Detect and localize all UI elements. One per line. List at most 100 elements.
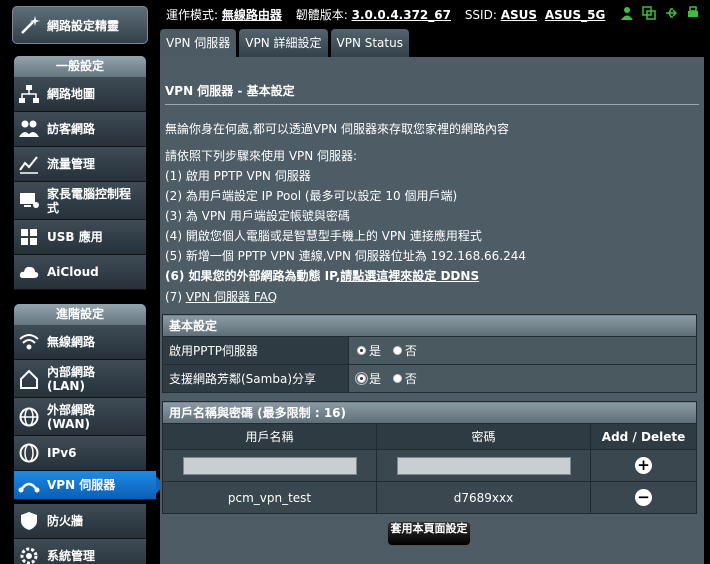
samba-support-label: 支援網路芳鄰(Samba)分享 bbox=[162, 364, 349, 393]
step7-text: (7) bbox=[165, 290, 186, 304]
magic-wand-icon bbox=[21, 16, 40, 34]
firewall-icon bbox=[21, 512, 37, 530]
table-row: pcm_vpn_test d7689xxx − bbox=[162, 481, 697, 514]
sidebar-item-wan[interactable]: 外部網路 (WAN) bbox=[14, 398, 146, 436]
operation-mode-link[interactable]: 無線路由器 bbox=[222, 8, 282, 22]
sidebar-item-label: 家長電腦控制程式 bbox=[47, 186, 132, 215]
ssid-value: ASUS bbox=[500, 8, 538, 22]
network-map-icon bbox=[19, 85, 39, 103]
administration-icon bbox=[20, 547, 38, 564]
enable-pptp-options: 是 否 bbox=[348, 336, 697, 365]
plus-icon: + bbox=[637, 456, 650, 474]
ipv6-icon bbox=[19, 443, 39, 463]
password-column-header: 密碼 bbox=[376, 423, 591, 450]
tab-vpn-details[interactable]: VPN 詳細設定 bbox=[239, 29, 328, 57]
status-icons bbox=[620, 6, 700, 20]
tab-vpn-server[interactable]: VPN 伺服器 bbox=[160, 29, 237, 57]
tab-vpn-status[interactable]: VPN Status bbox=[330, 29, 409, 57]
step-item: (7) VPN 伺服器 FAQ bbox=[165, 288, 277, 305]
general-section-header: 一般設定 bbox=[14, 56, 146, 77]
basic-settings-table: 基本設定 啟用PPTP伺服器 是 否 支援網路芳鄰(Samba)分享 是 否 bbox=[162, 314, 697, 393]
sidebar-item-usb-application[interactable]: USB 應用 bbox=[14, 220, 146, 255]
sidebar-item-network-map[interactable]: 網路地圖 bbox=[14, 77, 146, 112]
sidebar-item-label: 流量管理 bbox=[47, 157, 96, 171]
firmware-version-link[interactable]: 3.0.0.4.372_67 bbox=[352, 8, 451, 22]
top-status-bar: 運作模式: 無線路由器 韌體版本: 3.0.0.4.372_67 SSID: A… bbox=[160, 0, 710, 28]
sidebar-item-label: 防火牆 bbox=[47, 514, 84, 528]
intro-text: 無論你身在何處,都可以透過VPN 伺服器來存取您家裡的網路內容 bbox=[165, 122, 510, 136]
sidebar-item-traffic-manager[interactable]: 流量管理 bbox=[14, 147, 146, 182]
step-item: (6) 如果您的外部網路為動態 IP,請點選這裡來設定 DDNS bbox=[165, 267, 479, 284]
new-password-input[interactable] bbox=[396, 456, 571, 475]
sidebar-item-firewall[interactable]: 防火牆 bbox=[14, 504, 146, 539]
main-panel: VPN 伺服器 - 基本設定 無論你身在何處,都可以透過VPN 伺服器來存取您家… bbox=[160, 57, 704, 564]
vpn-users-header: 用戶名稱與密碼 (最多限制 : 16) bbox=[162, 401, 697, 424]
title-divider bbox=[165, 104, 699, 105]
usb-icon bbox=[21, 229, 37, 245]
sidebar-item-label: AiCloud bbox=[47, 265, 99, 279]
steps-title: 請依照下列步驟來使用 VPN 伺服器: bbox=[165, 149, 358, 163]
sidebar-item-label: 外部網路 (WAN) bbox=[47, 402, 96, 431]
samba-yes-radio[interactable]: 是 bbox=[355, 370, 381, 387]
copy-icon[interactable] bbox=[642, 6, 656, 20]
sidebar-item-aicloud[interactable]: AiCloud bbox=[14, 255, 146, 290]
quick-internet-setup-button[interactable]: 網路設定精靈 bbox=[12, 6, 148, 44]
sidebar-item-parental-control[interactable]: 家長電腦控制程式 bbox=[14, 182, 146, 220]
enable-pptp-no-radio[interactable]: 否 bbox=[392, 342, 417, 359]
ddns-link[interactable]: 請點選這裡來設定 DDNS bbox=[340, 269, 479, 283]
username-column-header: 用戶名稱 bbox=[162, 423, 377, 450]
sidebar-item-vpn-server[interactable]: VPN 伺服器 bbox=[14, 471, 164, 500]
sidebar-item-wireless[interactable]: 無線網路 bbox=[14, 325, 146, 360]
printer-icon[interactable] bbox=[686, 6, 700, 20]
user-icon[interactable] bbox=[620, 6, 634, 20]
sidebar-item-ipv6[interactable]: IPv6 bbox=[14, 436, 146, 471]
ssid-value: ASUS_5G bbox=[544, 8, 606, 22]
sidebar-item-label: 無線網路 bbox=[47, 335, 96, 349]
username-cell: pcm_vpn_test bbox=[162, 481, 377, 514]
add-user-button[interactable]: + bbox=[635, 457, 652, 474]
sidebar-item-label: 網路地圖 bbox=[47, 87, 96, 101]
basic-settings-header: 基本設定 bbox=[162, 314, 697, 337]
guest-network-icon bbox=[19, 120, 39, 137]
step-item: (1) 啟用 PPTP VPN 伺服器 bbox=[165, 169, 311, 183]
apply-button[interactable]: 套用本頁面設定 bbox=[387, 521, 471, 546]
vpn-icon bbox=[18, 482, 40, 493]
usb-status-icon[interactable] bbox=[664, 6, 678, 20]
system-info: 運作模式: 無線路由器 韌體版本: 3.0.0.4.372_67 SSID: A… bbox=[166, 6, 605, 23]
firmware-label: 韌體版本: bbox=[295, 8, 348, 22]
step6-text: (6) 如果您的外部網路為動態 IP, bbox=[165, 269, 341, 283]
cloud-icon bbox=[19, 266, 39, 278]
sidebar-item-label: 系統管理 bbox=[47, 549, 96, 563]
sidebar-item-lan[interactable]: 內部網路 (LAN) bbox=[14, 360, 146, 398]
quick-internet-setup-label: 網路設定精靈 bbox=[47, 18, 120, 33]
new-username-input[interactable] bbox=[182, 456, 357, 475]
sidebar-item-label: VPN 伺服器 bbox=[47, 478, 116, 492]
operation-mode-label: 運作模式: bbox=[166, 8, 219, 22]
wan-icon bbox=[19, 407, 39, 426]
step-item: (4) 開啟您個人電腦或是智慧型手機上的 VPN 連接應用程式 bbox=[165, 229, 482, 243]
step-item: (3) 為 VPN 用戶端設定帳號與密碼 bbox=[165, 209, 350, 223]
vpn-users-table: 用戶名稱與密碼 (最多限制 : 16) 用戶名稱 密碼 Add / Delete… bbox=[162, 401, 697, 514]
tab-bar: VPN 伺服器 VPN 詳細設定 VPN Status bbox=[160, 29, 409, 57]
ssid-label: SSID: bbox=[464, 8, 497, 22]
add-delete-column-header: Add / Delete bbox=[590, 423, 697, 450]
advanced-section-header: 進階設定 bbox=[14, 304, 146, 325]
table-row: + bbox=[162, 449, 697, 482]
sidebar: 網路設定精靈 一般設定 網路地圖 訪客網路 流量管理 家長電腦控制程式 USB … bbox=[0, 0, 164, 564]
sidebar-item-label: IPv6 bbox=[47, 446, 77, 460]
sidebar-item-label: 訪客網路 bbox=[47, 122, 96, 136]
enable-pptp-yes-radio[interactable]: 是 bbox=[357, 342, 381, 359]
wireless-icon bbox=[19, 334, 39, 350]
minus-icon: − bbox=[637, 488, 650, 506]
sidebar-item-label: 內部網路 (LAN) bbox=[47, 364, 96, 393]
vpn-faq-link[interactable]: VPN 伺服器 FAQ bbox=[186, 290, 277, 304]
parental-control-icon bbox=[20, 192, 39, 208]
step-item: (2) 為用戶端設定 IP Pool (最多可以設定 10 個用戶端) bbox=[165, 189, 458, 203]
sidebar-item-label: USB 應用 bbox=[47, 230, 103, 244]
delete-user-button[interactable]: − bbox=[635, 489, 652, 506]
sidebar-item-administration[interactable]: 系統管理 bbox=[14, 539, 146, 564]
samba-no-radio[interactable]: 否 bbox=[392, 370, 417, 387]
sidebar-item-guest-network[interactable]: 訪客網路 bbox=[14, 112, 146, 147]
page-title: VPN 伺服器 - 基本設定 bbox=[165, 84, 295, 98]
step-item: (5) 新增一個 PPTP VPN 連線,VPN 伺服器位址為 192.168.… bbox=[165, 249, 527, 263]
